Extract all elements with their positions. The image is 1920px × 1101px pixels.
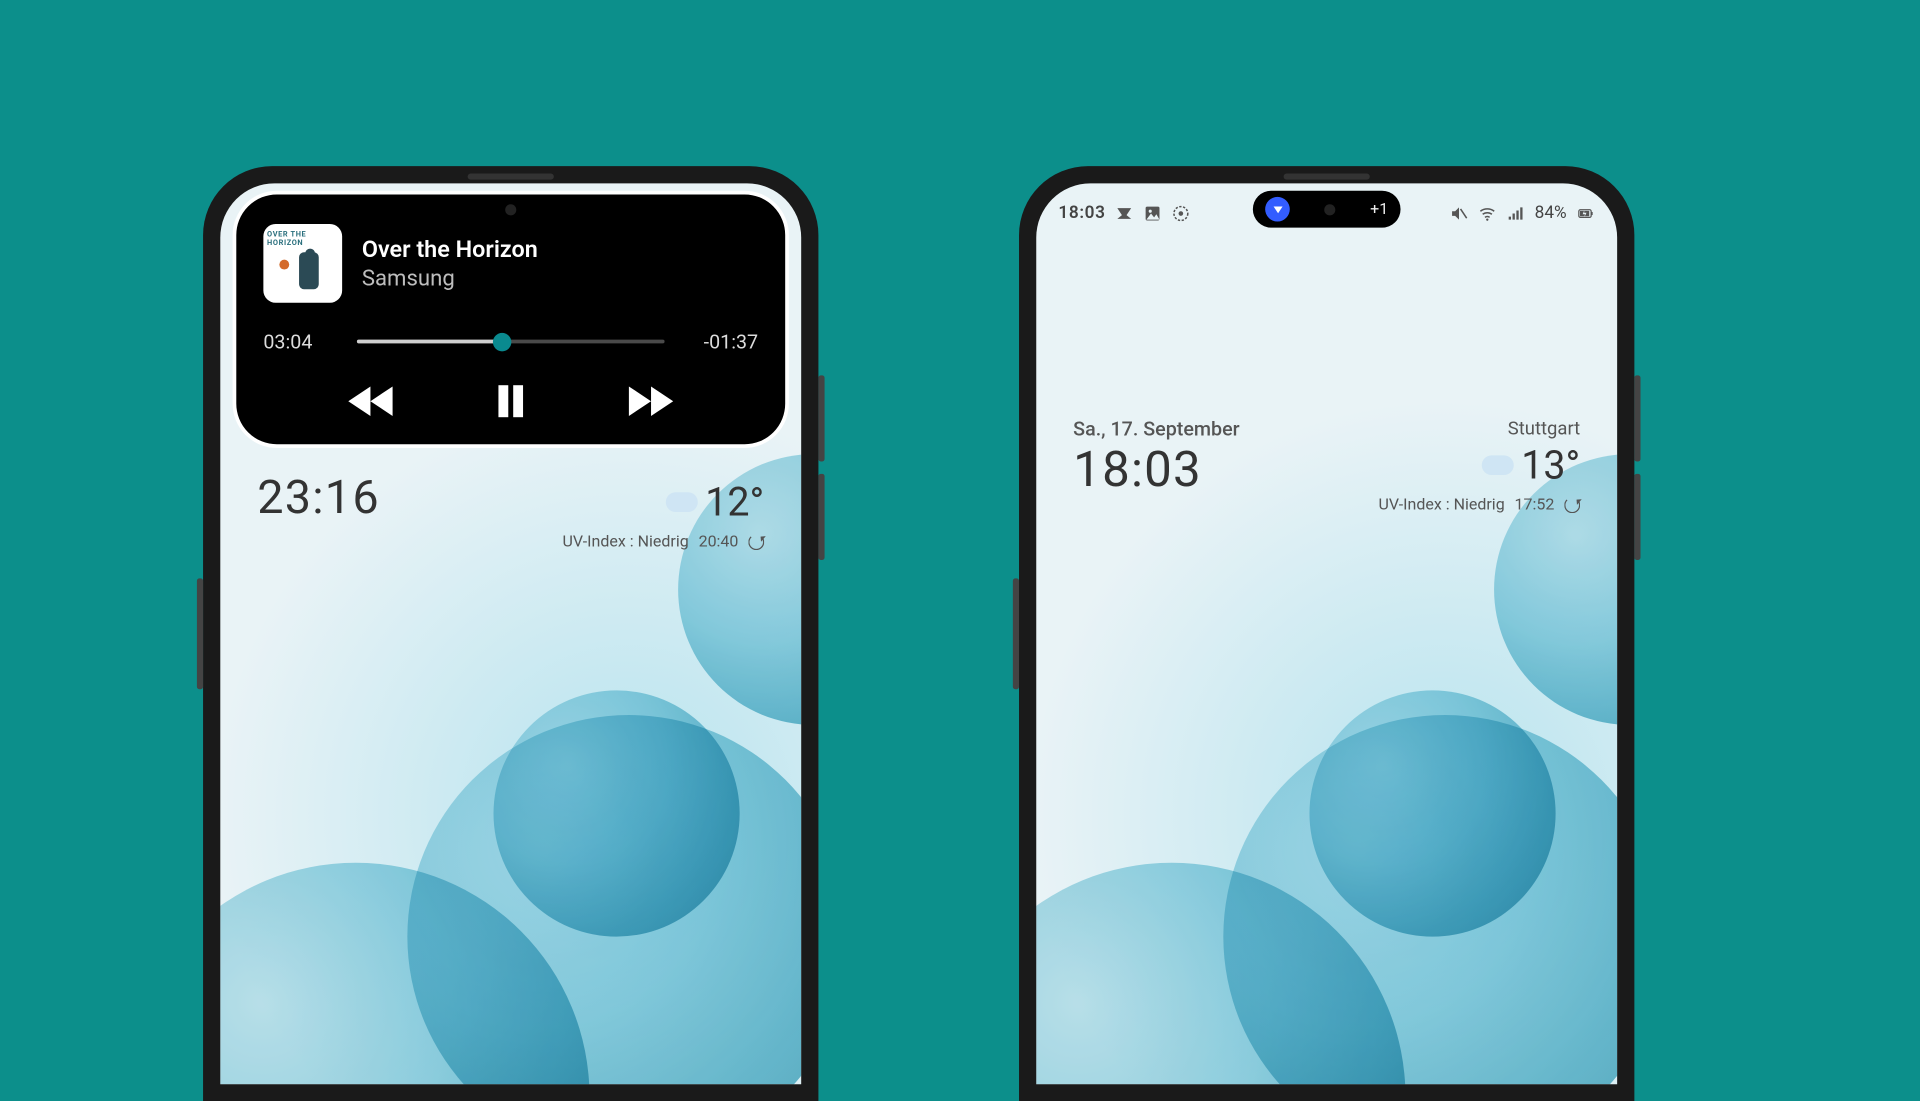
battery-icon	[1577, 204, 1595, 222]
clock-weather-widget[interactable]: Sa., 17. September 18:03 Stuttgart 13° U…	[1073, 417, 1580, 514]
clock-time: 18:03	[1073, 441, 1239, 499]
rewind-button[interactable]	[346, 383, 395, 420]
speaker-grille	[1284, 174, 1370, 180]
seek-thumb[interactable]	[492, 332, 510, 350]
gallery-icon	[1144, 204, 1162, 222]
volume-down-button[interactable]	[1634, 474, 1640, 560]
album-art[interactable]: OVER THE HORIZON	[263, 224, 342, 303]
date-label: Sa., 17. September	[1073, 417, 1239, 440]
track-title: Over the Horizon	[362, 235, 538, 263]
volume-down-button[interactable]	[818, 474, 824, 560]
time-remaining: -01:37	[682, 330, 758, 353]
battery-percent: 84%	[1535, 203, 1567, 223]
temperature: 12°	[705, 479, 764, 526]
refresh-icon[interactable]	[748, 534, 764, 550]
speaker-grille	[468, 174, 554, 180]
phone-frame: 18:03 84%	[1019, 166, 1634, 1101]
pause-button[interactable]	[486, 383, 535, 420]
volume-up-button[interactable]	[818, 375, 824, 461]
clock-time: 23:16	[257, 471, 380, 525]
wifi-icon	[1478, 204, 1496, 222]
wallpaper	[1036, 183, 1617, 1084]
screen: 23:16 12° UV-Index : Niedrig 20:40	[220, 183, 801, 1084]
weather-icon	[666, 492, 698, 512]
camera-hole	[1324, 204, 1335, 215]
power-button[interactable]	[1013, 578, 1019, 689]
status-clock: 18:03	[1058, 203, 1105, 223]
temperature: 13°	[1521, 442, 1580, 489]
time-elapsed: 03:04	[263, 330, 339, 353]
track-artist: Samsung	[362, 266, 538, 292]
dynamic-island-media[interactable]: OVER THE HORIZON Over the Horizon Samsun…	[233, 191, 789, 448]
signal-icon	[1506, 204, 1524, 222]
weather-location: Stuttgart	[1378, 417, 1580, 439]
screen: 18:03 84%	[1036, 183, 1617, 1084]
uv-index-label: UV-Index : Niedrig	[562, 533, 688, 551]
clock-widget[interactable]: 23:16 12° UV-Index : Niedrig 20:40	[257, 471, 764, 551]
forward-button[interactable]	[626, 383, 675, 420]
uv-index-label: UV-Index : Niedrig	[1378, 496, 1504, 514]
dynamic-island-pill[interactable]: +1	[1253, 191, 1401, 228]
phone-frame: 23:16 12° UV-Index : Niedrig 20:40	[203, 166, 818, 1101]
album-art-caption: OVER THE HORIZON	[267, 230, 338, 247]
refresh-icon[interactable]	[1564, 497, 1580, 513]
refresh-time: 17:52	[1515, 496, 1555, 514]
seek-slider[interactable]	[357, 340, 665, 344]
phone-right: 18:03 84%	[1019, 166, 1634, 1101]
camera-hole	[505, 204, 516, 215]
power-button[interactable]	[197, 578, 203, 689]
settings-icon	[1172, 204, 1190, 222]
notification-icon-1	[1115, 204, 1133, 222]
app-badge-icon	[1265, 197, 1290, 222]
weather-icon	[1482, 455, 1514, 475]
notification-count: +1	[1370, 200, 1388, 218]
mute-icon	[1450, 204, 1468, 222]
phone-left: 23:16 12° UV-Index : Niedrig 20:40	[203, 166, 818, 1101]
volume-up-button[interactable]	[1634, 375, 1640, 461]
refresh-time: 20:40	[699, 533, 739, 551]
